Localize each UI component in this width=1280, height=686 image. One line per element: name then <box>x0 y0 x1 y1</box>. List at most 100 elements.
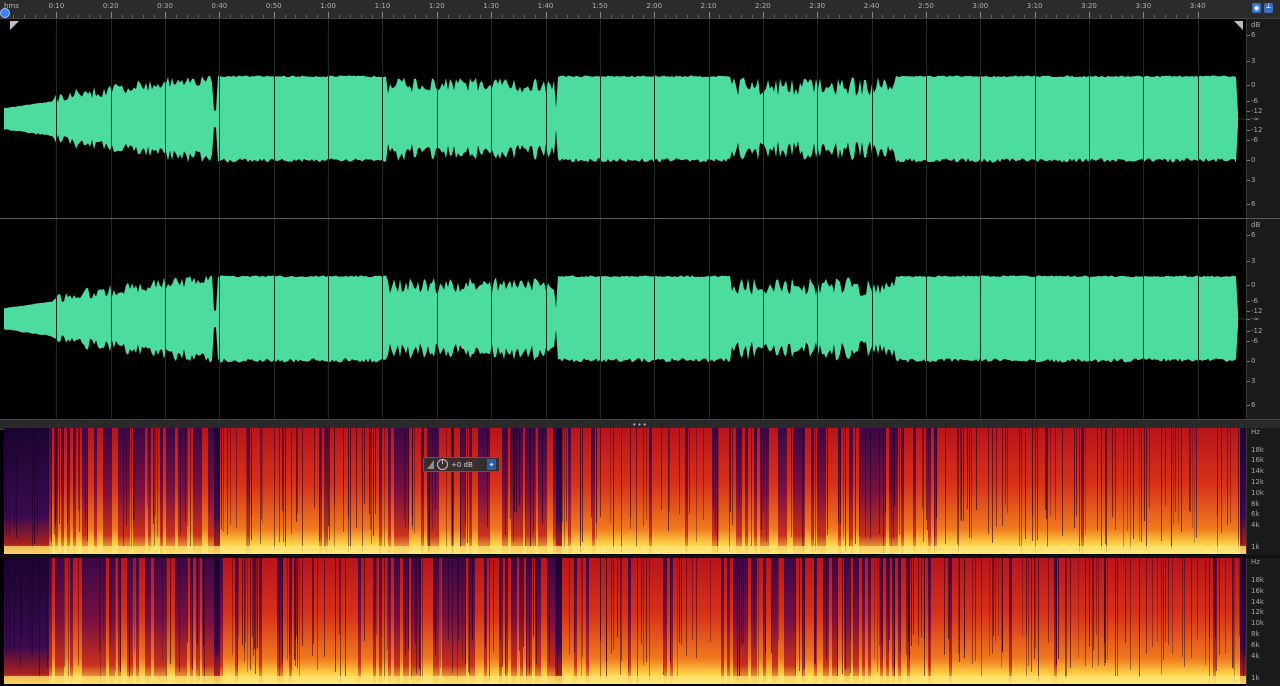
spectral-streak <box>187 558 188 643</box>
spectral-column <box>730 558 733 684</box>
playhead-marker-icon[interactable] <box>0 8 10 18</box>
spectral-column <box>751 558 754 684</box>
spectral-streak <box>909 558 910 659</box>
spectral-column <box>88 428 91 554</box>
spectral-streak <box>519 428 520 506</box>
spectral-streak <box>945 428 946 544</box>
spectral-column <box>895 558 898 684</box>
spectral-streak <box>1105 558 1106 663</box>
spectral-column <box>361 558 364 684</box>
waveform-channel-right[interactable] <box>4 219 1246 418</box>
frequency-scale-right[interactable]: Hz 18k 16k 14k 12k 10k 8k 6k 4k 1k <box>1246 558 1280 686</box>
scale-tick <box>1247 405 1250 406</box>
spectral-column <box>901 428 904 554</box>
spectral-streak <box>1152 558 1153 647</box>
grid-line <box>1143 19 1145 419</box>
spectral-column <box>436 428 439 554</box>
spectral-streak <box>485 558 486 646</box>
waveform-editor[interactable] <box>4 19 1246 419</box>
spectral-streak <box>908 558 909 642</box>
snap-icon[interactable]: ◉ <box>1252 3 1261 13</box>
amplitude-scale-right[interactable]: dB 6 3 0 -6 -12 -∞ -12 -6 0 3 6 <box>1246 219 1280 419</box>
spectral-streak <box>516 428 517 513</box>
minor-tick <box>284 15 286 18</box>
volume-knob-icon[interactable] <box>437 459 448 470</box>
spectral-streak <box>179 558 180 672</box>
spectral-streak <box>376 558 377 635</box>
spectral-streak <box>845 558 846 669</box>
spectral-column <box>163 558 166 684</box>
minor-tick <box>795 15 797 18</box>
spectral-streak <box>217 558 218 655</box>
time-marker-label: 2:30 <box>809 2 826 10</box>
spectral-column <box>259 558 262 684</box>
spectral-column <box>829 558 832 684</box>
spectral-column <box>886 428 889 554</box>
spectral-column <box>757 428 760 554</box>
spectral-streak <box>295 558 296 640</box>
spectral-column <box>823 428 826 554</box>
spectral-streak <box>743 558 744 644</box>
spectral-column <box>238 428 241 554</box>
spectral-streak <box>975 558 976 661</box>
grid-line <box>491 19 493 419</box>
spectral-streak <box>1117 558 1118 676</box>
spectral-streak <box>1055 428 1056 520</box>
spectral-streak <box>1022 558 1023 636</box>
spectral-channel-left[interactable] <box>4 428 1246 554</box>
spectral-streak <box>197 558 198 645</box>
spectral-streak <box>778 558 779 641</box>
spectral-streak <box>1097 428 1098 531</box>
spectral-column <box>868 558 871 684</box>
spectral-streak <box>252 558 253 637</box>
spectral-streak <box>343 428 344 532</box>
marker-pin-icon[interactable]: ┴ <box>1264 3 1273 13</box>
time-ruler[interactable]: hms 0:10 0:20 0:30 0:40 0:50 1:00 1:10 1:20 1:30… <box>0 0 1280 19</box>
spectral-column <box>34 558 37 684</box>
minor-tick <box>991 15 993 18</box>
spectral-column <box>1231 428 1234 554</box>
spectral-streak <box>1184 558 1185 667</box>
amplitude-scale-left[interactable]: dB 6 3 0 -6 -12 -∞ -12 -6 0 3 6 <box>1246 19 1280 218</box>
spectral-streak <box>439 558 440 675</box>
spectral-column <box>136 558 139 684</box>
spectral-column <box>946 428 949 554</box>
frequency-scale-left[interactable]: Hz 18k 16k 14k 12k 10k 8k 6k 4k 1k <box>1246 428 1280 555</box>
spectral-column <box>862 558 865 684</box>
waveform-channel-left[interactable] <box>4 19 1246 218</box>
spectral-column <box>28 428 31 554</box>
spectral-streak <box>1244 558 1245 654</box>
scale-tick <box>1247 301 1250 302</box>
volume-value[interactable]: +0 dB <box>451 461 484 469</box>
spectral-column <box>490 428 493 554</box>
spectral-column <box>64 428 67 554</box>
spectral-streak <box>1144 428 1145 521</box>
spectral-streak <box>472 558 473 640</box>
spectral-streak <box>795 558 796 675</box>
spectral-column <box>577 428 580 554</box>
spectral-streak <box>192 558 193 670</box>
spectral-column <box>1099 558 1102 684</box>
spectral-streak <box>435 558 436 655</box>
spectral-streak <box>630 428 631 518</box>
spectral-column <box>937 428 940 554</box>
pin-icon[interactable]: ✦ <box>487 459 496 470</box>
spectral-streak <box>453 428 454 518</box>
spectral-column <box>559 558 562 684</box>
volume-hud[interactable]: +0 dB ✦ <box>423 457 500 472</box>
spectral-streak <box>1230 428 1231 523</box>
spectral-streak <box>30 558 31 644</box>
spectral-column <box>481 558 484 684</box>
time-marker: 3:20 <box>1081 0 1097 18</box>
spectral-streak <box>1104 558 1105 643</box>
amplitude-label: 0 <box>1251 156 1256 165</box>
spectral-column <box>724 428 727 554</box>
spectral-channel-right[interactable] <box>4 558 1246 684</box>
spectral-streak <box>460 428 461 547</box>
spectral-streak <box>279 558 280 677</box>
spectral-column <box>265 558 268 684</box>
minor-tick <box>34 15 36 18</box>
spectral-column <box>604 428 607 554</box>
spectral-column <box>514 558 517 684</box>
spectral-column <box>169 428 172 554</box>
